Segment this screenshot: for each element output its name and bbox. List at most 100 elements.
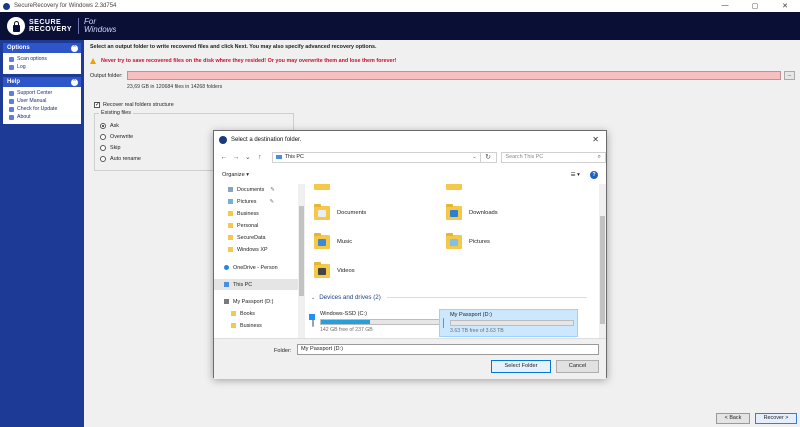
devices-section-header[interactable]: ⌄ Devices and drives (2) [311,294,587,301]
back-button[interactable]: < Back [716,413,750,424]
nav-item-documents[interactable]: Documents ✎ [214,184,298,195]
nav-item-pictures[interactable]: Pictures ✎ [214,196,298,207]
collapse-icon[interactable]: ⌃ [71,44,78,52]
drive-icon [224,299,229,304]
nav-item-onedrive[interactable]: OneDrive - Person [214,262,298,273]
up-arrow-icon[interactable]: ↑ [254,154,266,161]
support-icon [9,90,14,96]
folder-tile-partial[interactable] [314,184,337,190]
options-panel-header[interactable]: Options ⌃ [3,43,81,53]
recovery-size-info: 23,69 GB in 120684 files in 14268 folder… [127,84,223,90]
help-panel-header[interactable]: Help ⌃ [3,77,81,87]
folder-name-input[interactable]: My Passport (D:) [297,344,599,355]
chevron-down-icon[interactable]: ⌄ [472,154,476,160]
help-icon[interactable]: ? [590,171,598,179]
nav-item-personal[interactable]: Personal [214,220,298,231]
output-folder-input[interactable] [127,71,781,80]
radio-auto-rename[interactable]: Auto rename [100,156,141,162]
folder-label: Folder: [274,348,292,354]
folder-videos[interactable]: Videos [314,262,355,278]
navigation-scrollbar[interactable] [298,184,305,338]
log-icon [9,64,14,70]
support-center-link[interactable]: Support Center [9,89,77,97]
check-update-link[interactable]: Check for Update [9,105,77,113]
chevron-down-icon[interactable]: ⌄ [242,153,254,161]
search-input[interactable]: Search This PC ⌕ [500,151,607,163]
nav-item-securedata[interactable]: SecureData [214,232,298,243]
pin-icon: ✎ [269,198,275,205]
window-title: SecureRecovery for Windows 2.3d754 [14,3,117,9]
brand-name: SECURE RECOVERY [29,19,73,33]
folder-pictures[interactable]: Pictures [446,233,490,249]
dialog-titlebar: Select a destination folder. ✕ [214,131,606,148]
close-button[interactable]: ✕ [770,2,800,10]
breadcrumb[interactable]: This PC [285,154,304,160]
radio-ask[interactable]: Ask [100,123,119,129]
chevron-down-icon[interactable]: ⌄ [311,295,315,301]
refresh-button[interactable]: ↻ [480,151,497,163]
dialog-close-button[interactable]: ✕ [592,135,599,144]
nav-item-business[interactable]: Business [214,208,298,219]
search-icon: ⌕ [597,153,602,160]
user-manual-link[interactable]: User Manual [9,97,77,105]
recover-structure-option[interactable]: Recover real folders structure [94,101,174,108]
documents-icon [228,187,233,192]
folder-icon [231,323,236,328]
forward-arrow-icon[interactable]: → [230,154,242,161]
external-drive-icon [443,318,444,328]
collapse-icon[interactable]: ⌃ [71,78,78,86]
sidebar: Options ⌃ Scan options Log Help ⌃ Suppor… [0,40,84,427]
address-bar[interactable]: This PC ⌄ [271,151,481,163]
dialog-toolbar: Organize ▾ ☰ ▾ ? [214,169,606,181]
folder-tile-partial[interactable] [446,184,469,190]
radio-overwrite[interactable]: Overwrite [100,134,133,140]
log-link[interactable]: Log [9,63,77,71]
folder-icon [314,184,330,190]
lock-logo-icon [7,17,25,35]
pin-icon: ✎ [270,186,275,193]
folder-downloads[interactable]: Downloads [446,204,498,220]
cloud-icon [224,265,229,270]
recover-structure-checkbox[interactable] [94,101,100,108]
about-link[interactable]: About [9,113,77,121]
folder-documents[interactable]: Documents [314,204,366,220]
music-folder-icon [314,233,330,249]
back-arrow-icon[interactable]: ← [218,154,230,161]
app-banner: SECURE RECOVERY For Windows [0,12,800,40]
nav-item-my-passport[interactable]: My Passport (D:) [214,296,298,307]
folder-icon [446,184,462,190]
drive-d-usage-bar [450,320,574,326]
recover-button[interactable]: Recover > [755,413,797,424]
nav-item-books[interactable]: Books [214,308,298,319]
nav-item-business-2[interactable]: Business [214,320,298,331]
browse-button[interactable]: ... [784,71,795,80]
nav-item-windows-xp[interactable]: Windows XP [214,244,298,255]
drive-d[interactable]: My Passport (D:) 3.63 TB free of 3.63 TB [439,309,578,337]
organize-menu[interactable]: Organize ▾ [222,172,249,178]
help-panel: Help ⌃ Support Center User Manual Check … [3,77,81,124]
app-icon [3,2,10,10]
brand-subtitle: For Windows [78,18,116,34]
radio-skip[interactable]: Skip [100,145,121,151]
manual-icon [9,98,14,104]
content-scrollbar[interactable] [599,184,606,338]
warning-message: Never try to save recovered files on the… [90,58,396,64]
scan-options-link[interactable]: Scan options [9,55,77,63]
folder-icon [228,247,233,252]
view-options-icon[interactable]: ☰ ▾ [571,172,580,178]
output-folder-label: Output folder: [90,73,123,79]
folder-icon [231,311,236,316]
cancel-button[interactable]: Cancel [556,360,599,373]
nav-item-this-pc[interactable]: This PC [214,279,298,290]
select-folder-button[interactable]: Select Folder [491,360,551,373]
maximize-button[interactable]: ▢ [740,2,770,10]
instruction-text: Select an output folder to write recover… [90,44,377,50]
drive-c-usage-bar [320,319,444,325]
folder-music[interactable]: Music [314,233,352,249]
navigation-pane: Documents ✎ Pictures ✎ Business Personal S… [214,184,298,338]
documents-folder-icon [314,204,330,220]
folder-icon [228,211,233,216]
minimize-button[interactable]: — [710,2,740,10]
drive-c[interactable]: Windows-SSD (C:) 142 GB free of 237 GB [309,309,447,337]
folder-icon [228,235,233,240]
